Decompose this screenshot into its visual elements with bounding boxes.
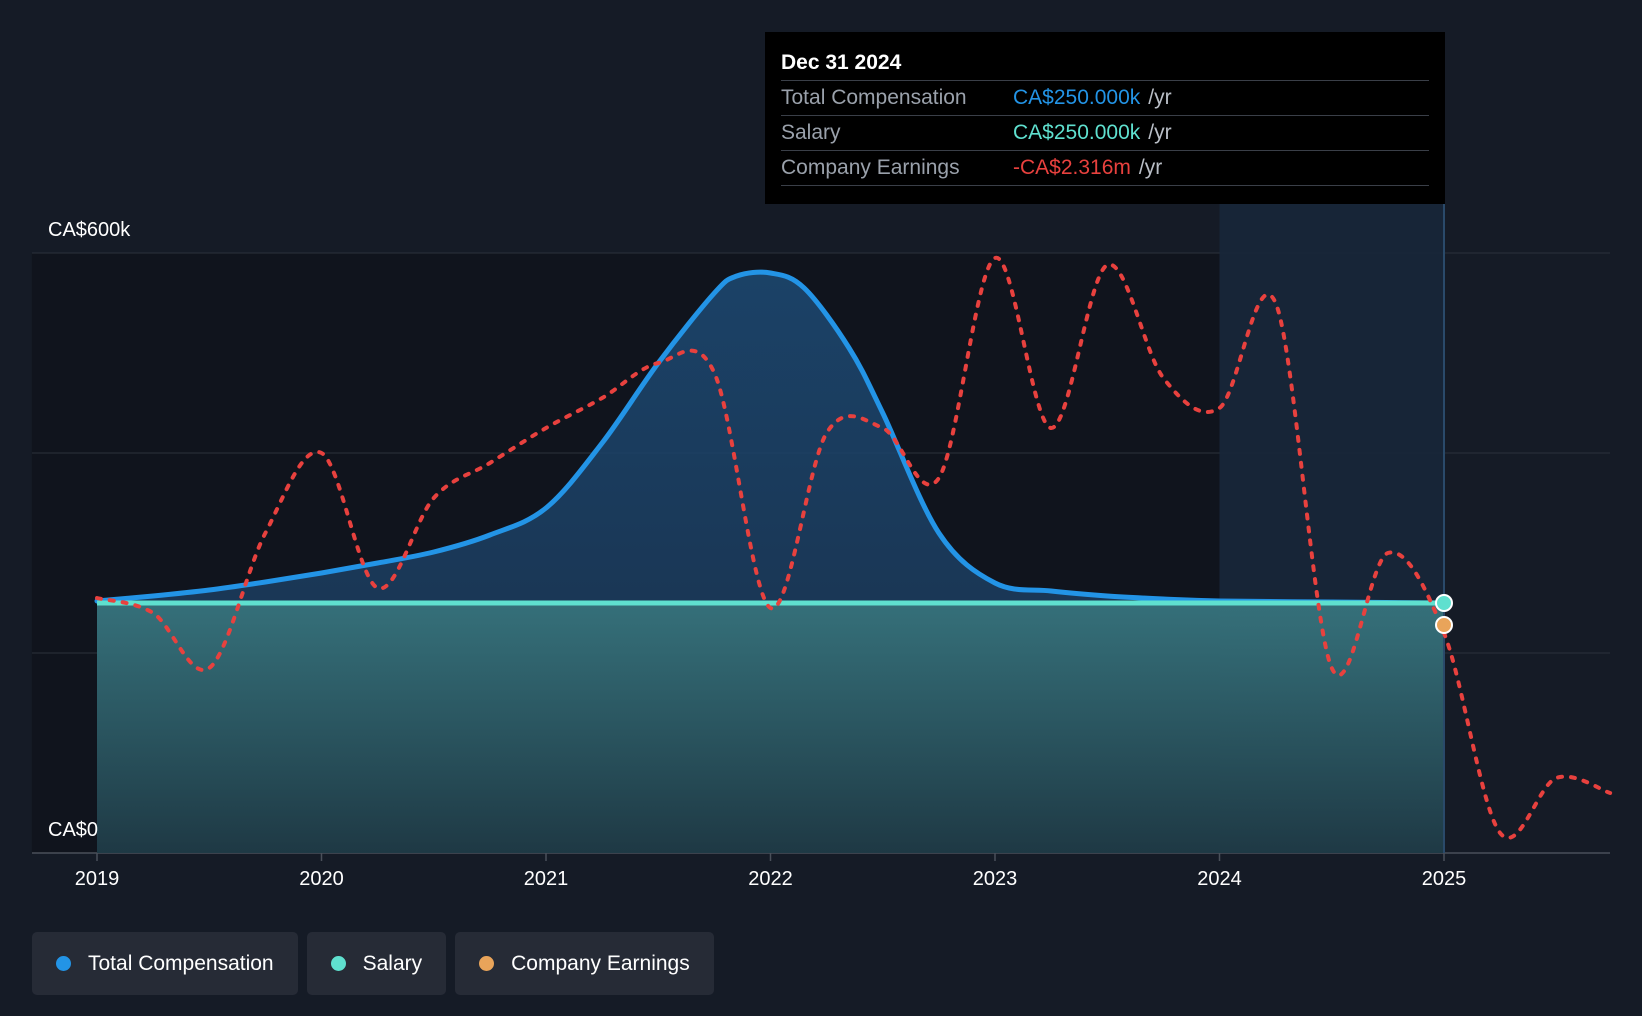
legend: Total Compensation Salary Company Earnin…	[32, 932, 714, 995]
x-tick-label: 2025	[1422, 868, 1467, 890]
tooltip: Dec 31 2024 Total Compensation CA$250.00…	[765, 32, 1445, 204]
legend-item-salary[interactable]: Salary	[306, 932, 447, 995]
tooltip-value: CA$250.000k	[1013, 86, 1141, 109]
y-tick-label-top: CA$600k	[48, 219, 131, 241]
salary-area	[97, 603, 1444, 853]
x-tick-label: 2023	[973, 868, 1018, 890]
y-tick-label-bottom: CA$0	[48, 819, 98, 841]
legend-dot-icon	[330, 956, 346, 971]
legend-label: Company Earnings	[511, 951, 690, 975]
tooltip-suffix: /yr	[1138, 156, 1163, 179]
legend-label: Total Compensation	[88, 951, 274, 975]
x-tick-label: 2019	[75, 868, 120, 890]
salary-marker[interactable]	[1435, 594, 1453, 612]
tooltip-date: Dec 31 2024	[781, 46, 1429, 81]
legend-label: Salary	[362, 951, 423, 975]
tooltip-suffix: /yr	[1148, 86, 1172, 109]
tooltip-row-salary: Salary CA$250.000k /yr	[781, 116, 1429, 151]
legend-item-total-compensation[interactable]: Total Compensation	[32, 932, 298, 995]
tooltip-row-company-earnings: Company Earnings -CA$2.316m /yr	[781, 151, 1429, 186]
legend-item-company-earnings[interactable]: Company Earnings	[455, 932, 714, 995]
tooltip-row-total-compensation: Total Compensation CA$250.000k /yr	[781, 81, 1429, 116]
tooltip-label: Company Earnings	[781, 156, 960, 179]
tooltip-label: Salary	[781, 121, 841, 144]
tooltip-value: CA$250.000k	[1013, 121, 1141, 144]
legend-dot-icon	[479, 956, 495, 971]
x-axis-ticks: 2019 2020 2021 2022 2023 2024 2025	[75, 853, 1467, 890]
tooltip-suffix: /yr	[1148, 121, 1172, 144]
tooltip-label: Total Compensation	[781, 86, 967, 109]
earnings-marker[interactable]	[1435, 616, 1453, 634]
tooltip-value: -CA$2.316m	[1013, 156, 1131, 179]
x-tick-label: 2022	[748, 868, 793, 890]
legend-dot-icon	[56, 956, 71, 971]
x-tick-label: 2021	[524, 868, 569, 890]
x-tick-label: 2020	[299, 868, 344, 890]
x-tick-label: 2024	[1197, 868, 1242, 890]
